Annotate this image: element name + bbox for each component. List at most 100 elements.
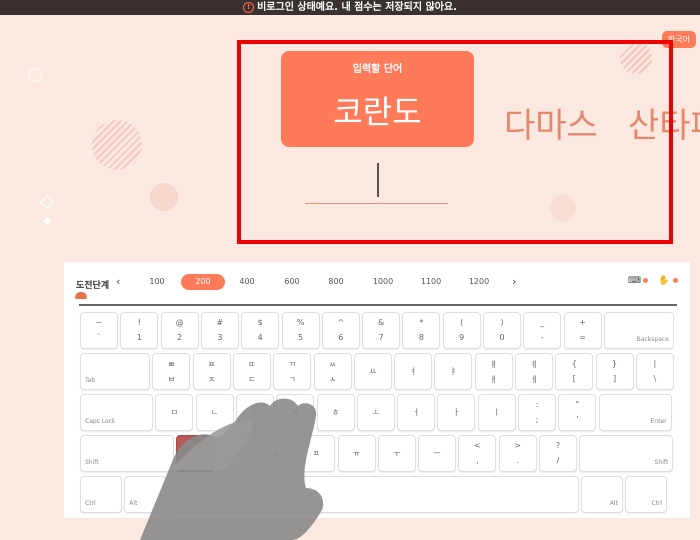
key-char: ㅔ — [530, 375, 538, 384]
key-ㄱ[interactable]: ㄲㄱ — [273, 353, 312, 390]
space-key[interactable] — [168, 476, 579, 513]
level-next-button[interactable]: › — [512, 275, 516, 288]
key-char: ㅊ — [272, 449, 280, 458]
key-shift-char: ( — [460, 318, 464, 327]
key-'[interactable]: " ' — [558, 394, 597, 431]
key-backspace-right[interactable]: Backspace — [603, 312, 674, 349]
key-ㅡ[interactable]: ㅡ — [418, 435, 457, 472]
key-/[interactable]: ? / — [539, 435, 577, 472]
key-ㅓ[interactable]: ㅓ — [397, 394, 436, 431]
key-char: ㅛ — [369, 367, 377, 376]
key-ㅏ[interactable]: ㅏ — [437, 394, 476, 431]
key-char: [ — [572, 374, 576, 383]
key-caps-lock[interactable]: Caps Lock — [80, 394, 153, 431]
key-alt-right[interactable]: Alt — [580, 476, 623, 513]
key-1[interactable]: ! 1 — [120, 312, 159, 349]
key-,[interactable]: <, — [458, 435, 497, 472]
key-=[interactable]: + = — [563, 312, 602, 349]
key-tab[interactable]: Tab — [80, 353, 150, 390]
level-option-600[interactable]: 600 — [270, 274, 314, 290]
key-shift-char: ㄲ — [288, 360, 296, 369]
key-char: 2 — [177, 333, 183, 342]
level-option-100[interactable]: 100 — [135, 274, 179, 290]
key-enter-right[interactable]: Enter — [598, 394, 672, 431]
key-5[interactable]: % 5 — [281, 312, 320, 349]
key-ㅔ[interactable]: ㅖㅔ — [515, 353, 553, 390]
key-7[interactable]: & 7 — [362, 312, 401, 349]
key-.[interactable]: >. — [498, 435, 537, 472]
key-char: \ — [653, 374, 657, 383]
key-3[interactable]: #3 — [200, 312, 239, 349]
keyboard-icon[interactable]: ⌨ — [628, 276, 641, 286]
key-char: 1 — [136, 333, 142, 342]
key-0[interactable]: ) 0 — [483, 312, 521, 349]
key-ㅎ[interactable]: ㅎ — [316, 394, 355, 431]
key-ㅋ[interactable]: ㅋ — [176, 435, 215, 472]
key-ㄹ[interactable]: ㄹ — [276, 394, 315, 431]
key-ㅂ[interactable]: ㅃㅂ — [152, 353, 191, 390]
key-ㄴ[interactable]: ㄴ — [195, 394, 234, 431]
key-ctrl-right[interactable]: Ctrl — [625, 476, 668, 513]
key-ㅑ[interactable]: ㅑ — [434, 353, 473, 390]
key-char: = — [579, 333, 586, 342]
level-option-200[interactable]: 200 — [181, 274, 225, 290]
key-char: 4 — [257, 333, 263, 342]
key-char: . — [516, 456, 519, 465]
key-ㅊ[interactable]: ㅊ — [256, 435, 295, 472]
level-option-400[interactable]: 400 — [225, 274, 269, 290]
key-ㅍ[interactable]: ㅍ — [297, 435, 336, 472]
key-;[interactable]: :; — [518, 394, 556, 431]
key-char: ㅑ — [449, 367, 458, 376]
turtle-icon — [75, 292, 87, 299]
key-][interactable]: }] — [595, 353, 634, 390]
key-char: ㅕ — [409, 367, 417, 376]
key-char: ] — [613, 374, 617, 383]
level-prev-button[interactable]: ‹ — [116, 275, 120, 288]
key-char: ' — [576, 415, 579, 424]
key-char: ㅋ — [191, 449, 199, 458]
key-shift[interactable]: Shift — [80, 435, 174, 472]
key-ㅠ[interactable]: ㅠ — [337, 435, 376, 472]
key-shift-right[interactable]: Shift — [579, 435, 674, 472]
key-ㅐ[interactable]: ㅒㅐ — [474, 353, 513, 390]
key-ㅕ[interactable]: ㅕ — [394, 353, 433, 390]
key-2[interactable]: @2 — [160, 312, 199, 349]
key-shift-char: @ — [175, 318, 184, 327]
key-char: ㅍ — [312, 449, 320, 458]
key-ㅇ[interactable]: ㅇ — [235, 394, 274, 431]
level-option-1100[interactable]: 1100 — [409, 274, 453, 290]
key-\[interactable]: | \ — [635, 353, 674, 390]
key-8[interactable]: * 8 — [402, 312, 441, 349]
key-shift-char: ㅉ — [207, 360, 216, 369]
key-ㅌ[interactable]: ㅌ — [216, 435, 255, 472]
level-option-800[interactable]: 800 — [314, 274, 358, 290]
key-modifier-label: Backspace — [636, 336, 669, 343]
key-ㅁ[interactable]: ㅁ — [155, 394, 194, 431]
decor-circle-blur — [150, 183, 178, 211]
level-option-1000[interactable]: 1000 — [361, 274, 405, 290]
key-char: 7 — [378, 333, 384, 342]
key-modifier-label: Alt — [609, 500, 618, 507]
hand-icon[interactable]: ✋ — [658, 276, 669, 286]
key-ㅛ[interactable]: ㅛ — [353, 353, 392, 390]
level-option-1200[interactable]: 1200 — [457, 274, 501, 290]
key-alt[interactable]: Alt — [124, 476, 167, 513]
warning-icon: ! — [243, 2, 255, 13]
key--[interactable]: _ - — [523, 312, 562, 349]
key-ㄷ[interactable]: ㄸㄷ — [232, 353, 271, 390]
key-ㅗ[interactable]: ㅗ — [356, 394, 395, 431]
key-shift-char: ~ — [95, 318, 103, 327]
key-ㅅ[interactable]: ㅆㅅ — [313, 353, 352, 390]
key-char: ㅐ — [490, 375, 498, 384]
key-ㅣ[interactable]: ㅣ — [477, 394, 516, 431]
key-4[interactable]: $4 — [241, 312, 280, 349]
key-char: ㅅ — [328, 375, 337, 384]
key-ctrl[interactable]: Ctrl — [80, 476, 122, 513]
key-9[interactable]: (9 — [442, 312, 481, 349]
key-ㅜ[interactable]: ㅜ — [377, 435, 416, 472]
key-ㅈ[interactable]: ㅉㅈ — [192, 353, 231, 390]
key-6[interactable]: ^ 6 — [321, 312, 360, 349]
key-[[interactable]: {[ — [555, 353, 594, 390]
key-`[interactable]: ~ ` — [80, 312, 118, 349]
key-shift-char: < — [474, 441, 481, 450]
